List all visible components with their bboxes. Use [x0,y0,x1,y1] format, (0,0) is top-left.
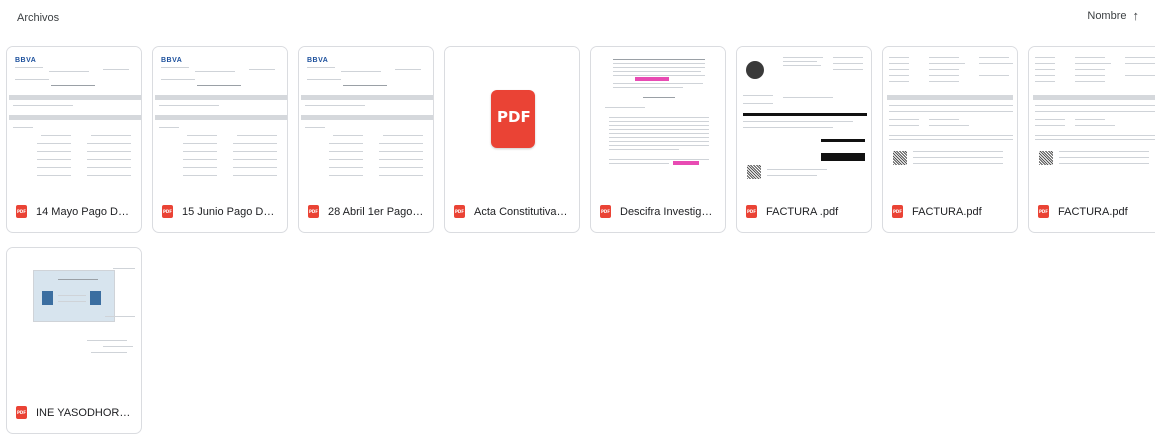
file-thumbnail: PDF [445,47,579,189]
file-thumbnail [883,47,1017,189]
pdf-icon: PDF [162,205,173,218]
section-title: Archivos [17,12,60,24]
qr-code [893,151,907,165]
pdf-icon: PDF [16,406,27,419]
sort-label: Nombre [1087,9,1127,22]
file-card[interactable]: PDF FACTURA.pdf [882,46,1018,233]
file-card[interactable]: PDF FACTURA .pdf [736,46,872,233]
file-name: Acta Constitutiva Cert... [474,205,570,218]
file-thumbnail [737,47,871,189]
pdf-large-icon: PDF [491,90,535,148]
company-logo [746,61,764,79]
files-header: Archivos Nombre ↑ [0,0,1155,38]
qr-code [747,165,761,179]
file-thumbnail: BBVA [153,47,287,189]
arrow-up-icon: ↑ [1132,8,1140,23]
bbva-logo: BBVA [15,57,37,64]
file-name: Descifra Investigacio... [620,205,716,218]
file-card[interactable]: PDF FACTURA.pdf [1028,46,1155,233]
file-card[interactable]: PDF PDF Acta Constitutiva Cert... [444,46,580,233]
file-thumbnail [1029,47,1155,189]
file-thumbnail [7,248,141,390]
file-thumbnail [591,47,725,189]
file-thumbnail: BBVA [299,47,433,189]
pdf-icon: PDF [892,205,903,218]
file-name: 28 Abril 1er Pago De... [328,205,424,218]
pdf-icon: PDF [746,205,757,218]
file-name: FACTURA.pdf [1058,205,1128,218]
bbva-logo: BBVA [161,57,183,64]
file-name: FACTURA .pdf [766,205,839,218]
pdf-icon: PDF [16,205,27,218]
file-thumbnail: BBVA [7,47,141,189]
file-card[interactable]: PDF INE YASODHORASILV... [6,247,142,434]
id-card-image [33,270,115,322]
file-name: FACTURA.pdf [912,205,982,218]
file-name: 15 Junio Pago Demos... [182,205,278,218]
pdf-icon: PDF [600,205,611,218]
sort-by-name-button[interactable]: Nombre ↑ [1087,9,1139,22]
bbva-logo: BBVA [307,57,329,64]
file-name: 14 Mayo Pago Demos... [36,205,132,218]
pdf-icon: PDF [454,205,465,218]
file-card[interactable]: BBVA PDF 15 Junio Pago Demos... [152,46,288,233]
pdf-icon: PDF [308,205,319,218]
qr-code [1039,151,1053,165]
file-card[interactable]: BBVA PDF 28 Abril 1er Pago De... [298,46,434,233]
file-name: INE YASODHORASILV... [36,406,132,419]
pdf-icon: PDF [1038,205,1049,218]
file-card[interactable]: PDF Descifra Investigacio... [590,46,726,233]
file-card[interactable]: BBVA PDF 14 Mayo Pago Demos... [6,46,142,233]
